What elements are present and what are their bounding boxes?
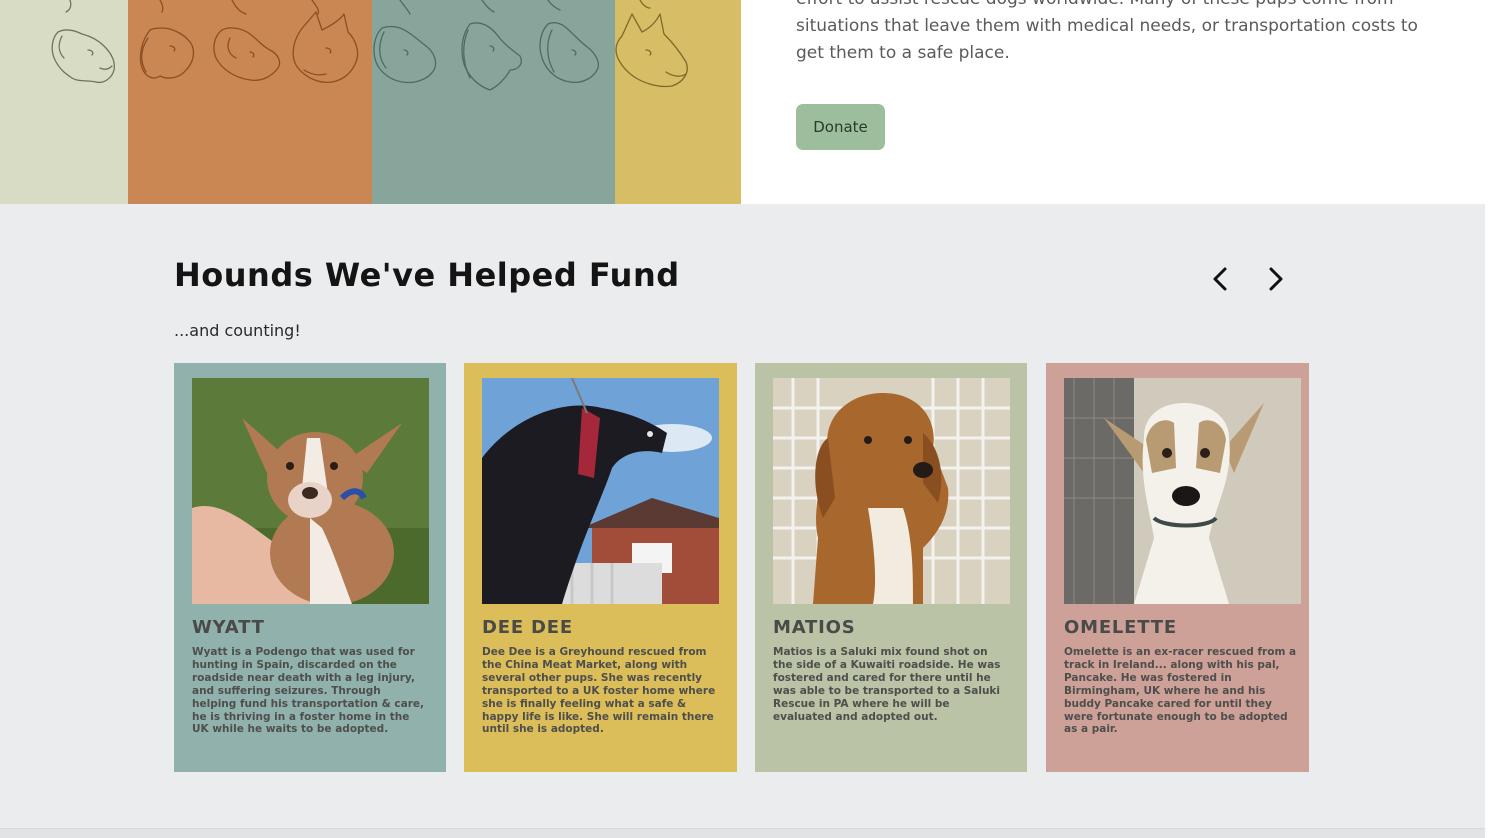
hound-card-dee-dee[interactable]: DEE DEE Dee Dee is a Greyhound rescued f…: [464, 363, 737, 772]
dog-head-sketch-6: [461, 0, 561, 91]
donate-button[interactable]: Donate: [796, 104, 885, 150]
dog-head-sketch-1: [51, 0, 116, 84]
dog-description: Dee Dee is a Greyhound rescued from the …: [482, 646, 716, 736]
dog-head-sketch-8: [615, 0, 688, 88]
dog-photo: [773, 378, 1010, 604]
carousel-next-button[interactable]: [1258, 262, 1292, 296]
dog-head-sketch-4: [292, 11, 359, 84]
dog-head-sketch-5: [373, 0, 495, 84]
dog-name: DEE DEE: [482, 617, 573, 638]
about-band: effort to assist rescue dogs worldwide. …: [0, 0, 1485, 204]
dog-name: OMELETTE: [1064, 617, 1177, 638]
section-title: Hounds We've Helped Fund: [174, 256, 680, 294]
dog-description: Matios is a Saluki mix found shot on the…: [773, 646, 1001, 723]
dog-sketch-artwork: [0, 0, 741, 204]
page-right-edge: [1485, 0, 1490, 838]
dog-name: MATIOS: [773, 617, 856, 638]
footer-divider: [0, 828, 1485, 838]
dog-photo: [1064, 378, 1301, 604]
hound-card-wyatt[interactable]: WYATT Wyatt is a Podengo that was used f…: [174, 363, 446, 772]
section-subtitle: ...and counting!: [174, 321, 301, 340]
intro-paragraph: effort to assist rescue dogs worldwide. …: [796, 0, 1418, 63]
dog-line-drawings: [51, 0, 688, 91]
dog-photo: [482, 378, 719, 604]
dog-head-sketch-3: [213, 0, 320, 82]
carousel-prev-button[interactable]: [1204, 262, 1238, 296]
chevron-right-icon: [1269, 267, 1283, 291]
hound-card-omelette[interactable]: OMELETTE Omelette is an ex-racer rescued…: [1046, 363, 1309, 772]
chevron-left-icon: [1213, 267, 1227, 291]
dog-description: Wyatt is a Podengo that was used for hun…: [192, 646, 425, 736]
hound-card-matios[interactable]: MATIOS Matios is a Saluki mix found shot…: [755, 363, 1027, 772]
dog-head-sketch-7: [539, 22, 600, 84]
dog-name: WYATT: [192, 617, 265, 638]
dog-description: Omelette is an ex-racer rescued from a t…: [1064, 646, 1297, 736]
dog-photo: [192, 378, 429, 604]
